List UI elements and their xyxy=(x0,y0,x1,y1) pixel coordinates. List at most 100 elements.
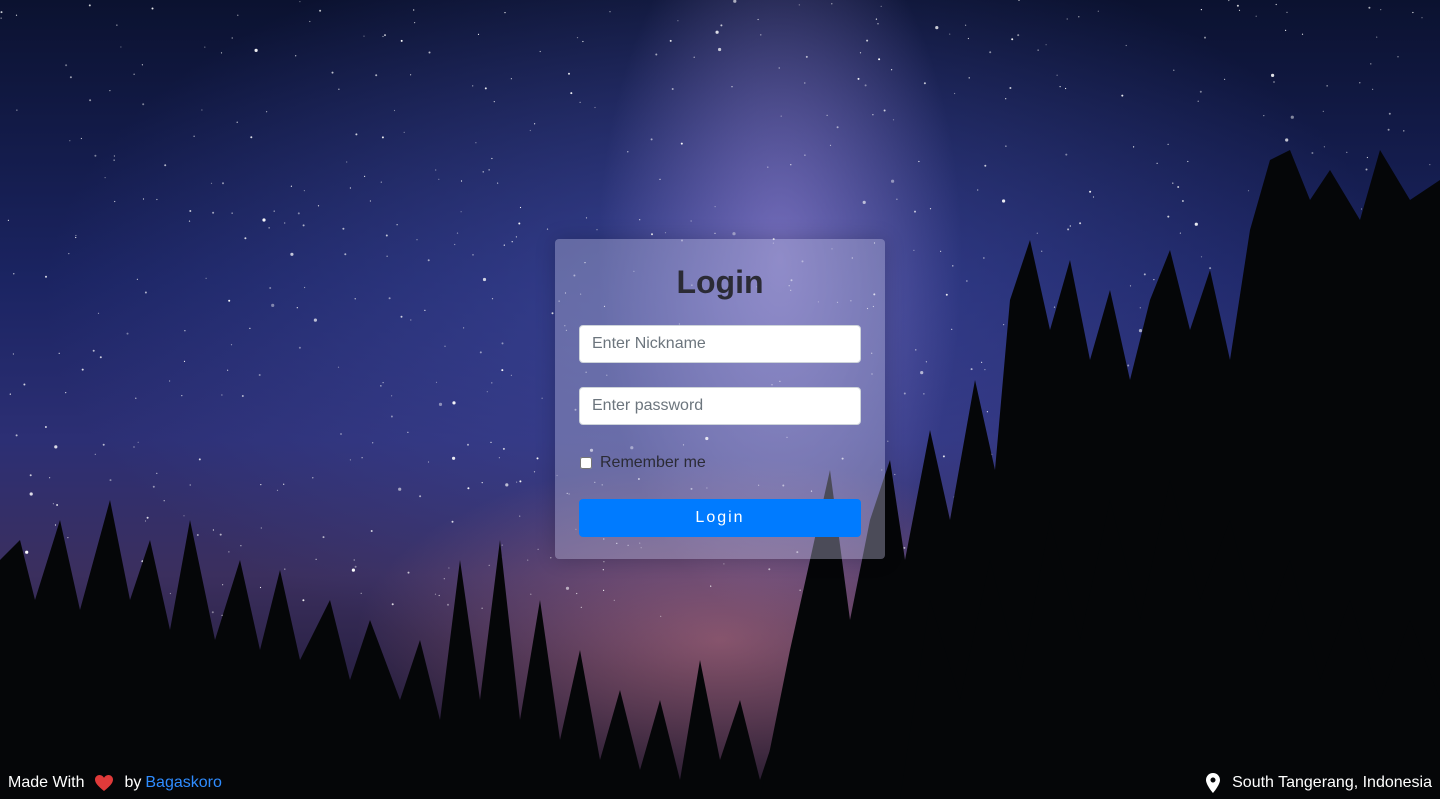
star xyxy=(7,219,9,221)
star xyxy=(340,433,342,435)
star xyxy=(460,211,462,213)
star xyxy=(826,114,828,116)
star xyxy=(391,603,394,606)
star xyxy=(609,11,611,13)
remember-me-checkbox[interactable] xyxy=(580,457,592,469)
star xyxy=(536,457,539,460)
star xyxy=(1056,74,1058,76)
star xyxy=(1138,329,1143,333)
star xyxy=(403,131,405,133)
star xyxy=(309,20,311,23)
star xyxy=(297,212,300,215)
star xyxy=(290,252,294,256)
star xyxy=(1388,112,1391,115)
star xyxy=(1359,82,1361,84)
star xyxy=(518,222,521,225)
star xyxy=(1065,87,1067,90)
star xyxy=(1172,182,1174,184)
star xyxy=(1224,78,1226,80)
star xyxy=(369,200,371,202)
star xyxy=(152,485,155,488)
star xyxy=(579,101,581,103)
star xyxy=(231,212,233,214)
star xyxy=(372,442,374,444)
nickname-input[interactable] xyxy=(579,325,861,363)
star xyxy=(463,327,465,329)
star xyxy=(1097,10,1099,12)
star xyxy=(582,40,584,43)
star xyxy=(435,169,437,171)
star xyxy=(137,441,139,443)
star xyxy=(1053,306,1056,308)
star xyxy=(970,368,973,371)
login-button[interactable]: Login xyxy=(579,499,861,537)
star xyxy=(664,232,667,234)
star xyxy=(967,37,970,40)
star xyxy=(75,236,77,239)
star xyxy=(501,369,504,372)
star xyxy=(760,34,762,36)
star xyxy=(1412,11,1414,14)
star xyxy=(1121,94,1124,97)
star xyxy=(862,200,866,204)
star xyxy=(690,220,692,222)
star xyxy=(205,277,207,279)
star xyxy=(891,69,893,71)
star xyxy=(1089,190,1092,193)
star xyxy=(527,559,529,561)
star xyxy=(798,4,800,6)
star xyxy=(1036,232,1038,234)
star xyxy=(210,182,213,184)
star xyxy=(530,593,532,595)
star xyxy=(603,561,605,563)
star xyxy=(296,307,298,309)
star xyxy=(141,64,143,66)
star xyxy=(228,299,231,302)
star xyxy=(896,198,898,200)
star xyxy=(385,234,388,237)
star xyxy=(866,39,869,42)
star xyxy=(113,159,115,161)
star xyxy=(488,564,490,567)
star xyxy=(317,205,320,207)
star xyxy=(989,51,992,54)
remember-me-label[interactable]: Remember me xyxy=(600,454,706,472)
star xyxy=(669,39,672,42)
star xyxy=(156,198,158,201)
star xyxy=(29,492,33,496)
star xyxy=(201,109,203,111)
password-input[interactable] xyxy=(579,387,861,425)
star xyxy=(503,244,505,246)
star xyxy=(1177,186,1180,188)
star xyxy=(319,9,322,12)
star xyxy=(501,342,504,345)
star xyxy=(484,87,487,90)
star xyxy=(723,563,725,565)
star xyxy=(452,401,456,405)
star xyxy=(447,603,449,606)
star xyxy=(109,90,111,92)
footer-credit: Made With by Bagaskoro xyxy=(8,773,222,793)
star xyxy=(627,151,629,153)
star xyxy=(1125,44,1127,47)
star xyxy=(388,297,391,300)
star xyxy=(427,461,430,463)
star xyxy=(315,558,317,560)
star xyxy=(211,611,214,614)
author-link[interactable]: Bagaskoro xyxy=(145,774,222,792)
star xyxy=(380,385,382,387)
star xyxy=(546,228,549,230)
star xyxy=(918,160,920,163)
star xyxy=(887,440,889,442)
star xyxy=(892,119,895,121)
star xyxy=(482,171,484,173)
star xyxy=(1002,199,1006,203)
star xyxy=(519,206,522,209)
made-with-text: Made With xyxy=(8,774,85,791)
star xyxy=(718,47,722,52)
star xyxy=(13,273,15,275)
star xyxy=(126,332,129,335)
star xyxy=(241,395,244,397)
star xyxy=(1322,110,1324,112)
star xyxy=(104,177,106,179)
